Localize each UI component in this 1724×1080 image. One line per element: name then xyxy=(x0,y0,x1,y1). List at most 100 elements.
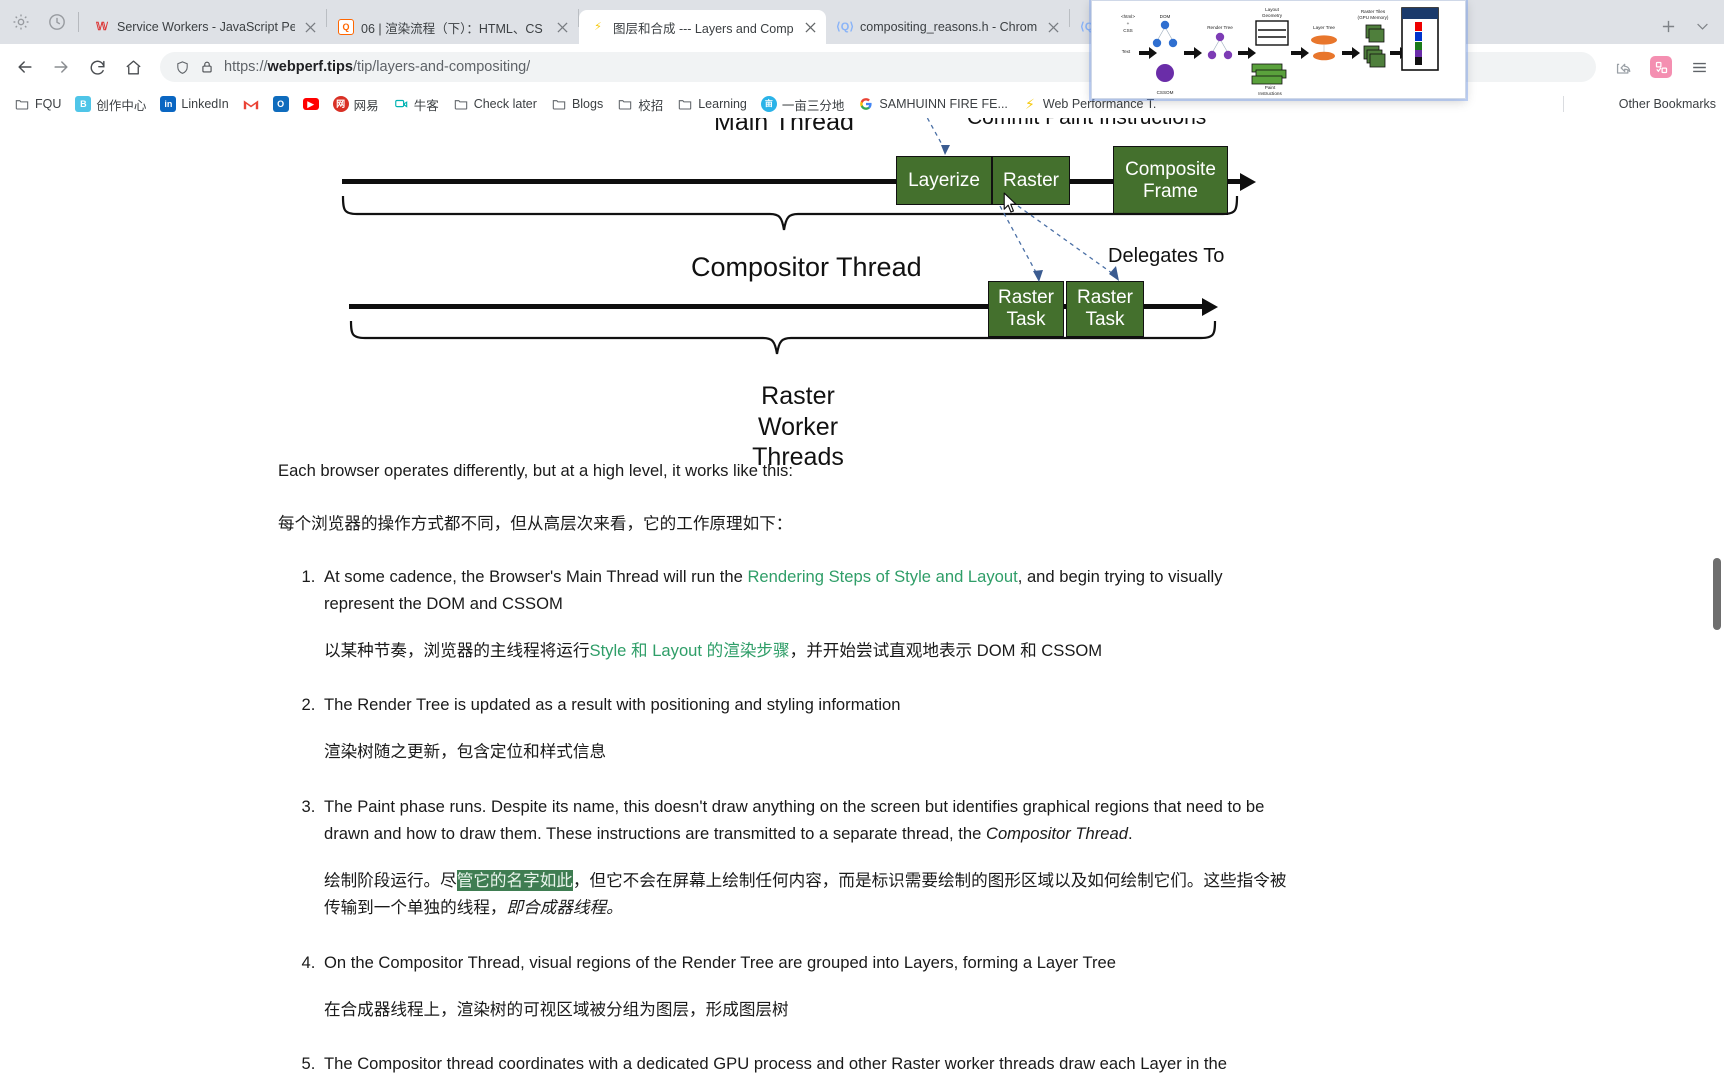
bolt-icon: ⚡ xyxy=(594,20,602,33)
bookmark-blogs[interactable]: Blogs xyxy=(545,93,609,115)
step-2-en: The Render Tree is updated as a result w… xyxy=(324,695,901,715)
folder-icon xyxy=(677,96,693,112)
close-icon[interactable] xyxy=(1045,19,1061,35)
kebab-menu-icon[interactable] xyxy=(1682,50,1716,84)
steps-list: At some cadence, the Browser's Main Thre… xyxy=(278,564,1288,1079)
close-icon[interactable] xyxy=(554,19,570,35)
step-3-en: The Paint phase runs. Despite its name, … xyxy=(324,794,1288,848)
tab-compositing-reasons[interactable]: ⟨Q⟩ compositing_reasons.h - Chrom xyxy=(826,10,1069,44)
bookmark-xiaozhao[interactable]: 校招 xyxy=(611,92,669,117)
page-viewport: Main Thread Commit Paint Instructions La… xyxy=(0,118,1724,1080)
bookmarks-divider xyxy=(1563,96,1564,112)
other-bookmarks-button[interactable]: Other Bookmarks xyxy=(1609,90,1716,118)
forward-button[interactable] xyxy=(44,50,78,84)
gmail-icon xyxy=(243,96,259,112)
tab-layers-and-compositing[interactable]: ⚡ 图层和合成 --- Layers and Comp xyxy=(579,10,826,44)
bookmark-label: LinkedIn xyxy=(181,97,229,111)
svg-text:Text: Text xyxy=(1122,49,1131,54)
bookmark-label: 创作中心 xyxy=(96,98,147,113)
pipeline-diagram-preview-image: <html> + CSS Text DOM CSSOM Render Tree … xyxy=(1092,1,1463,96)
tab-title: Service Workers - JavaScript Pe xyxy=(117,20,295,34)
new-tab-button[interactable] xyxy=(1654,12,1682,40)
linkedin-icon: in xyxy=(160,96,177,112)
gear-icon[interactable] xyxy=(10,11,32,33)
share-icon[interactable] xyxy=(1606,50,1640,84)
bookmark-1point3acres[interactable]: 亩 一亩三分地 xyxy=(755,92,851,117)
toolbar-right-actions xyxy=(1606,50,1716,84)
bookmark-nowcoder[interactable]: 牛客 xyxy=(387,92,445,117)
bookmark-check-later[interactable]: Check later xyxy=(447,93,543,115)
main-thread-label: Main Thread xyxy=(714,118,854,136)
rendering-steps-link-cn[interactable]: Style 和 Layout 的渲染步骤 xyxy=(590,641,790,660)
step-4-en: On the Compositor Thread, visual regions… xyxy=(324,952,1117,972)
geek-icon: Q xyxy=(338,19,354,35)
bookmark-label: Web Performance T. xyxy=(1042,97,1157,111)
bookmark-label: 校招 xyxy=(638,98,664,113)
window-left-controls xyxy=(0,0,74,44)
article-body: Each browser operates differently, but a… xyxy=(278,458,1288,1080)
tab-render-pipeline-cn[interactable]: Q 06 | 渲染流程（下）：HTML、CS xyxy=(327,10,578,44)
browser-window: 𝕎 Service Workers - JavaScript Pe Q 06 |… xyxy=(0,0,1724,1080)
1point3acres-icon: 亩 xyxy=(760,96,777,112)
svg-text:Instructions: Instructions xyxy=(1258,91,1282,96)
step-2: The Render Tree is updated as a result w… xyxy=(320,692,1288,766)
svg-text:(GPU Memory): (GPU Memory) xyxy=(1358,15,1389,20)
bookmark-label: FQU xyxy=(35,97,62,111)
svg-text:+: + xyxy=(1127,21,1130,26)
youtube-icon: ▶ xyxy=(302,96,319,112)
step-2-cn: 渲染树随之更新，包含定位和样式信息 xyxy=(324,742,607,762)
bookmark-label: 网易 xyxy=(353,98,379,113)
folder-icon xyxy=(14,96,30,112)
acres-badge: 亩 xyxy=(760,96,777,112)
step-1-en-pre: At some cadence, the Browser's Main Thre… xyxy=(324,566,748,586)
rendering-steps-link[interactable]: Rendering Steps of Style and Layout xyxy=(747,567,1017,586)
step-4-cn: 在合成器线程上，渲染树的可视区域被分组为图层，形成图层树 xyxy=(324,999,789,1019)
step-1-cn-post: ，并开始尝试直观地表示 DOM 和 CSSOM xyxy=(789,640,1103,660)
step-1-cn: 以某种节奏，浏览器的主线程将运行Style 和 Layout 的渲染步骤，并开始… xyxy=(324,638,1288,665)
bookmark-fqu[interactable]: FQU xyxy=(8,93,67,115)
svg-text:Geometry: Geometry xyxy=(1262,13,1283,18)
tab-service-workers[interactable]: 𝕎 Service Workers - JavaScript Pe xyxy=(83,10,326,44)
bookmark-label: SAMHUINN FIRE FE... xyxy=(879,97,1008,111)
selected-text-highlight: 管它的名字如此 xyxy=(456,869,573,891)
clock-icon[interactable] xyxy=(46,11,68,33)
svg-text:Layout: Layout xyxy=(1265,7,1280,12)
home-button[interactable] xyxy=(116,50,150,84)
compositor-thread-label: Compositor Thread xyxy=(691,252,922,282)
bookmark-learning[interactable]: Learning xyxy=(671,93,753,115)
outlook-icon: O xyxy=(272,96,289,112)
google-icon xyxy=(858,96,874,112)
url-domain: webperf.tips xyxy=(267,59,353,75)
bookmark-gmail[interactable] xyxy=(237,93,265,115)
step-5: The Compositor thread coordinates with a… xyxy=(320,1051,1288,1078)
tab-search-button[interactable] xyxy=(1688,12,1716,40)
vertical-scrollbar[interactable] xyxy=(1709,118,1724,1080)
close-icon[interactable] xyxy=(302,19,318,35)
url-path: /tip/layers-and-compositing/ xyxy=(352,59,531,75)
bookmark-netease[interactable]: 网 网易 xyxy=(327,92,385,117)
bookmark-samhuinn[interactable]: SAMHUINN FIRE FE... xyxy=(852,93,1013,115)
tab-title: 06 | 渲染流程（下）：HTML、CS xyxy=(361,21,543,36)
reload-button[interactable] xyxy=(80,50,114,84)
rw-line1: Raster Worker xyxy=(757,382,839,441)
close-icon[interactable] xyxy=(802,19,818,35)
bookmark-outlook[interactable]: O xyxy=(267,93,295,115)
folder-icon xyxy=(617,96,633,112)
step-3-cn: 绘制阶段运行。尽管它的名字如此，但它不会在屏幕上绘制任何内容，而是标识需要绘制的… xyxy=(324,868,1288,922)
back-button[interactable] xyxy=(8,50,42,84)
bookmark-linkedin[interactable]: in LinkedIn xyxy=(154,93,234,115)
url-prefix: https:// xyxy=(224,59,268,75)
scrollbar-thumb[interactable] xyxy=(1713,558,1721,630)
step-1: At some cadence, the Browser's Main Thre… xyxy=(320,564,1288,665)
page-content: Main Thread Commit Paint Instructions La… xyxy=(0,118,1724,1080)
shield-icon[interactable] xyxy=(174,59,190,75)
lock-icon[interactable] xyxy=(199,59,215,75)
bookmark-youtube[interactable]: ▶ xyxy=(297,93,325,115)
bookmark-bilibili[interactable]: B 创作中心 xyxy=(69,92,152,117)
svg-text:CSS: CSS xyxy=(1123,28,1132,33)
extension-badge xyxy=(1650,56,1672,78)
step-3: The Paint phase runs. Despite its name, … xyxy=(320,794,1288,922)
step-3-cn-pre: 绘制阶段运行。尽 xyxy=(324,870,457,890)
sw-icon: 𝕎 xyxy=(95,20,109,33)
extension-icon[interactable] xyxy=(1644,50,1678,84)
